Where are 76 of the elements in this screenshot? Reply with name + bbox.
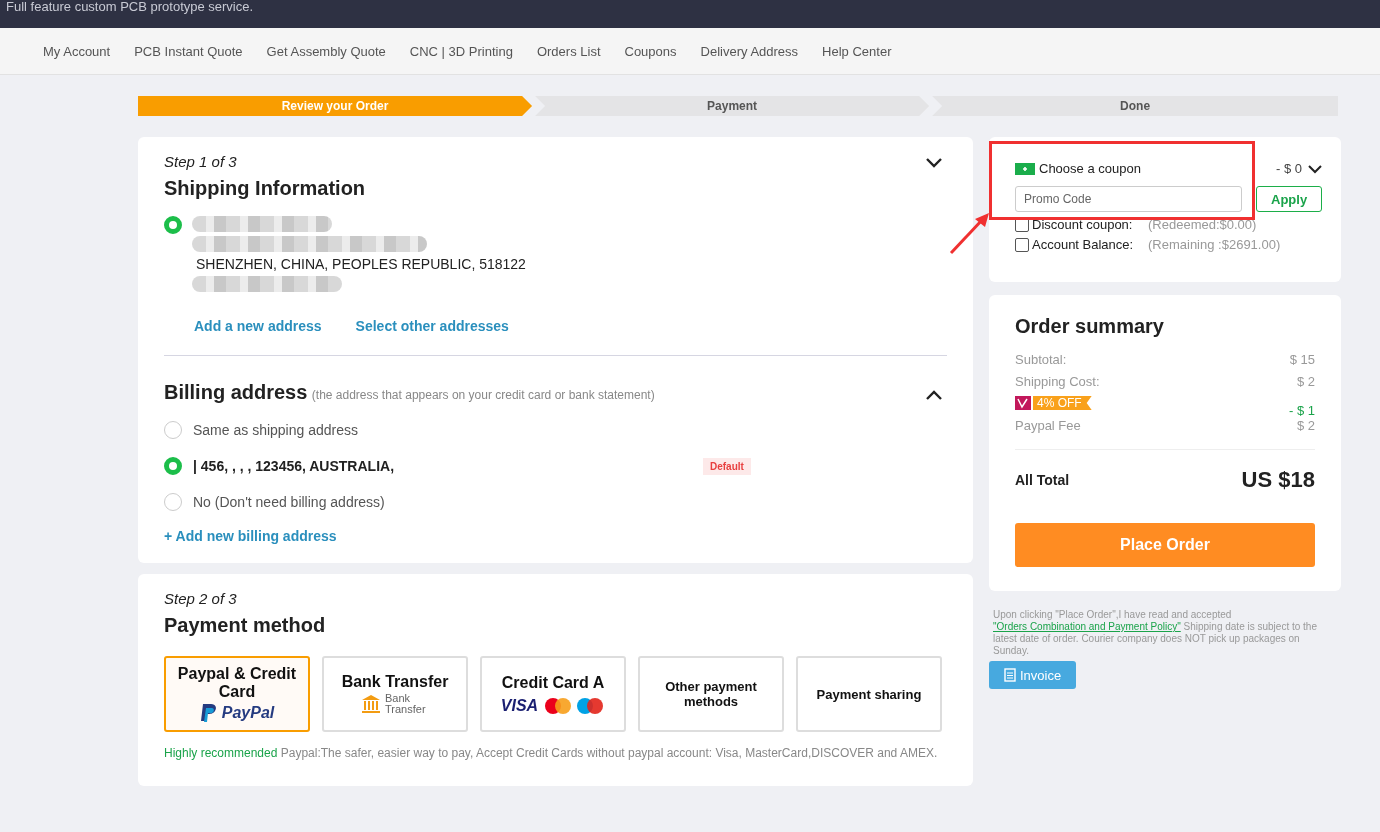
paypal-logo-text: PayPal (221, 704, 275, 722)
option-label: Same as shipping address (193, 422, 358, 438)
radio-button[interactable] (164, 493, 182, 511)
summary-title: Order summary (1015, 315, 1165, 338)
checkbox[interactable] (1015, 237, 1029, 252)
total-label: All Total (1015, 472, 1070, 488)
payment-note: Highly recommended Paypal:The safer, easier way to pay, Accept Credit Cards without paypal account: Visa, MasterCard,DISCOVER and AMEX. (164, 746, 939, 760)
payment-option[interactable]: Credit Card A VISA (480, 656, 626, 732)
add-billing-link[interactable]: + Add new billing address (164, 528, 337, 544)
checkbox-label: Discount coupon: (1032, 217, 1134, 232)
progress-step: Done (932, 96, 1338, 116)
paypal-icon (199, 703, 218, 723)
radio-button[interactable] (164, 421, 182, 439)
chevron-icon[interactable] (925, 388, 943, 401)
nav-link[interactable]: Help Center (822, 43, 892, 59)
option-label: Credit Card A (501, 673, 605, 692)
nav-link[interactable]: PCB Instant Quote (134, 43, 243, 59)
total-value: US $18 (1241, 467, 1315, 493)
progress-step: Review your Order (138, 96, 533, 116)
bank-logo-text: Bank Transfer (385, 693, 427, 715)
option-label: No (Don't need billing address) (193, 494, 385, 510)
radio-button[interactable] (164, 216, 182, 234)
summary-value: $ 15 (1289, 352, 1315, 369)
banner-text: Full feature custom PCB prototype service. (5, 0, 254, 14)
summary-value: - $ 1 (1289, 403, 1315, 418)
summary-value: $ 2 (1296, 374, 1315, 391)
summary-label: Subtotal: (1015, 352, 1067, 369)
radio-button[interactable] (164, 457, 182, 475)
document-icon (1004, 668, 1016, 682)
balance-info: (Remaining :$2691.00) (1148, 237, 1281, 252)
address-link[interactable]: Add a new address (194, 318, 322, 334)
section-note: (the address that appears on your credit card or bank statement) (311, 388, 655, 402)
checkbox-label: Account Balance: (1032, 237, 1135, 252)
chevron-icon[interactable] (925, 157, 943, 169)
step-label: Step 2 of 3 (164, 590, 238, 607)
annotation-arrow (949, 211, 991, 255)
discount-tag: 4% OFF (1033, 396, 1092, 410)
vip-icon (1015, 396, 1031, 410)
option-label: | 456, , , , 123456, AUSTRALIA, (193, 458, 395, 474)
policy-text: Upon clicking "Place Order",I have read and accepted "Orders Combination and Payment Policy" Shipping date is subject to the latest date of order. Courier company does NOT pick up packages on Sunday. (993, 609, 1318, 657)
summary-value: $ 2 (1296, 418, 1315, 435)
nav-link[interactable]: Coupons (624, 43, 677, 59)
promo-code-field[interactable]: Promo Code (1015, 186, 1243, 212)
option-label: Bank Transfer (341, 673, 449, 691)
nav-link[interactable]: Get Assembly Quote (266, 43, 386, 59)
nav-link[interactable]: Delivery Address (700, 43, 799, 59)
section-title: Shipping Information (164, 177, 366, 200)
nav-link[interactable]: My Account (43, 43, 111, 59)
card-brand-icon (575, 696, 606, 715)
section-title: Payment method (164, 614, 327, 637)
option-label: Other payment methods (664, 679, 758, 709)
checkbox[interactable] (1015, 217, 1029, 232)
address-link[interactable]: Select other addresses (355, 318, 509, 334)
payment-option[interactable]: Paypal & Credit Card PayPal (164, 656, 310, 732)
payment-option[interactable]: Payment sharing (796, 656, 942, 732)
card-brand-icon (543, 696, 574, 715)
address-text: SHENZHEN, CHINA, PEOPLES REPUBLIC, 518122 (196, 256, 526, 272)
section-title: Billing address (164, 381, 308, 403)
summary-label: Shipping Cost: (1015, 374, 1100, 391)
coupon-label: Choose a coupon (1039, 161, 1142, 176)
nav-link[interactable]: CNC | 3D Printing (409, 43, 513, 59)
visa-logo: VISA (500, 696, 539, 715)
coupon-icon (1015, 162, 1035, 175)
balance-info: (Redeemed:$0.00) (1148, 217, 1257, 232)
progress-step: Payment (535, 96, 930, 116)
bank-icon (361, 694, 381, 714)
payment-option[interactable]: Other payment methods (638, 656, 784, 732)
default-badge: Default (703, 457, 751, 475)
summary-label: Paypal Fee (1015, 418, 1081, 435)
coupon-amount: - $ 0 (1276, 161, 1302, 176)
step-label: Step 1 of 3 (164, 153, 238, 170)
payment-option[interactable]: Bank Transfer Bank Transfer (322, 656, 468, 732)
chevron-icon[interactable] (1308, 163, 1322, 174)
option-label: Paypal & Credit Card (176, 665, 298, 701)
nav-link[interactable]: Orders List (536, 43, 601, 59)
option-label: Payment sharing (816, 686, 922, 702)
